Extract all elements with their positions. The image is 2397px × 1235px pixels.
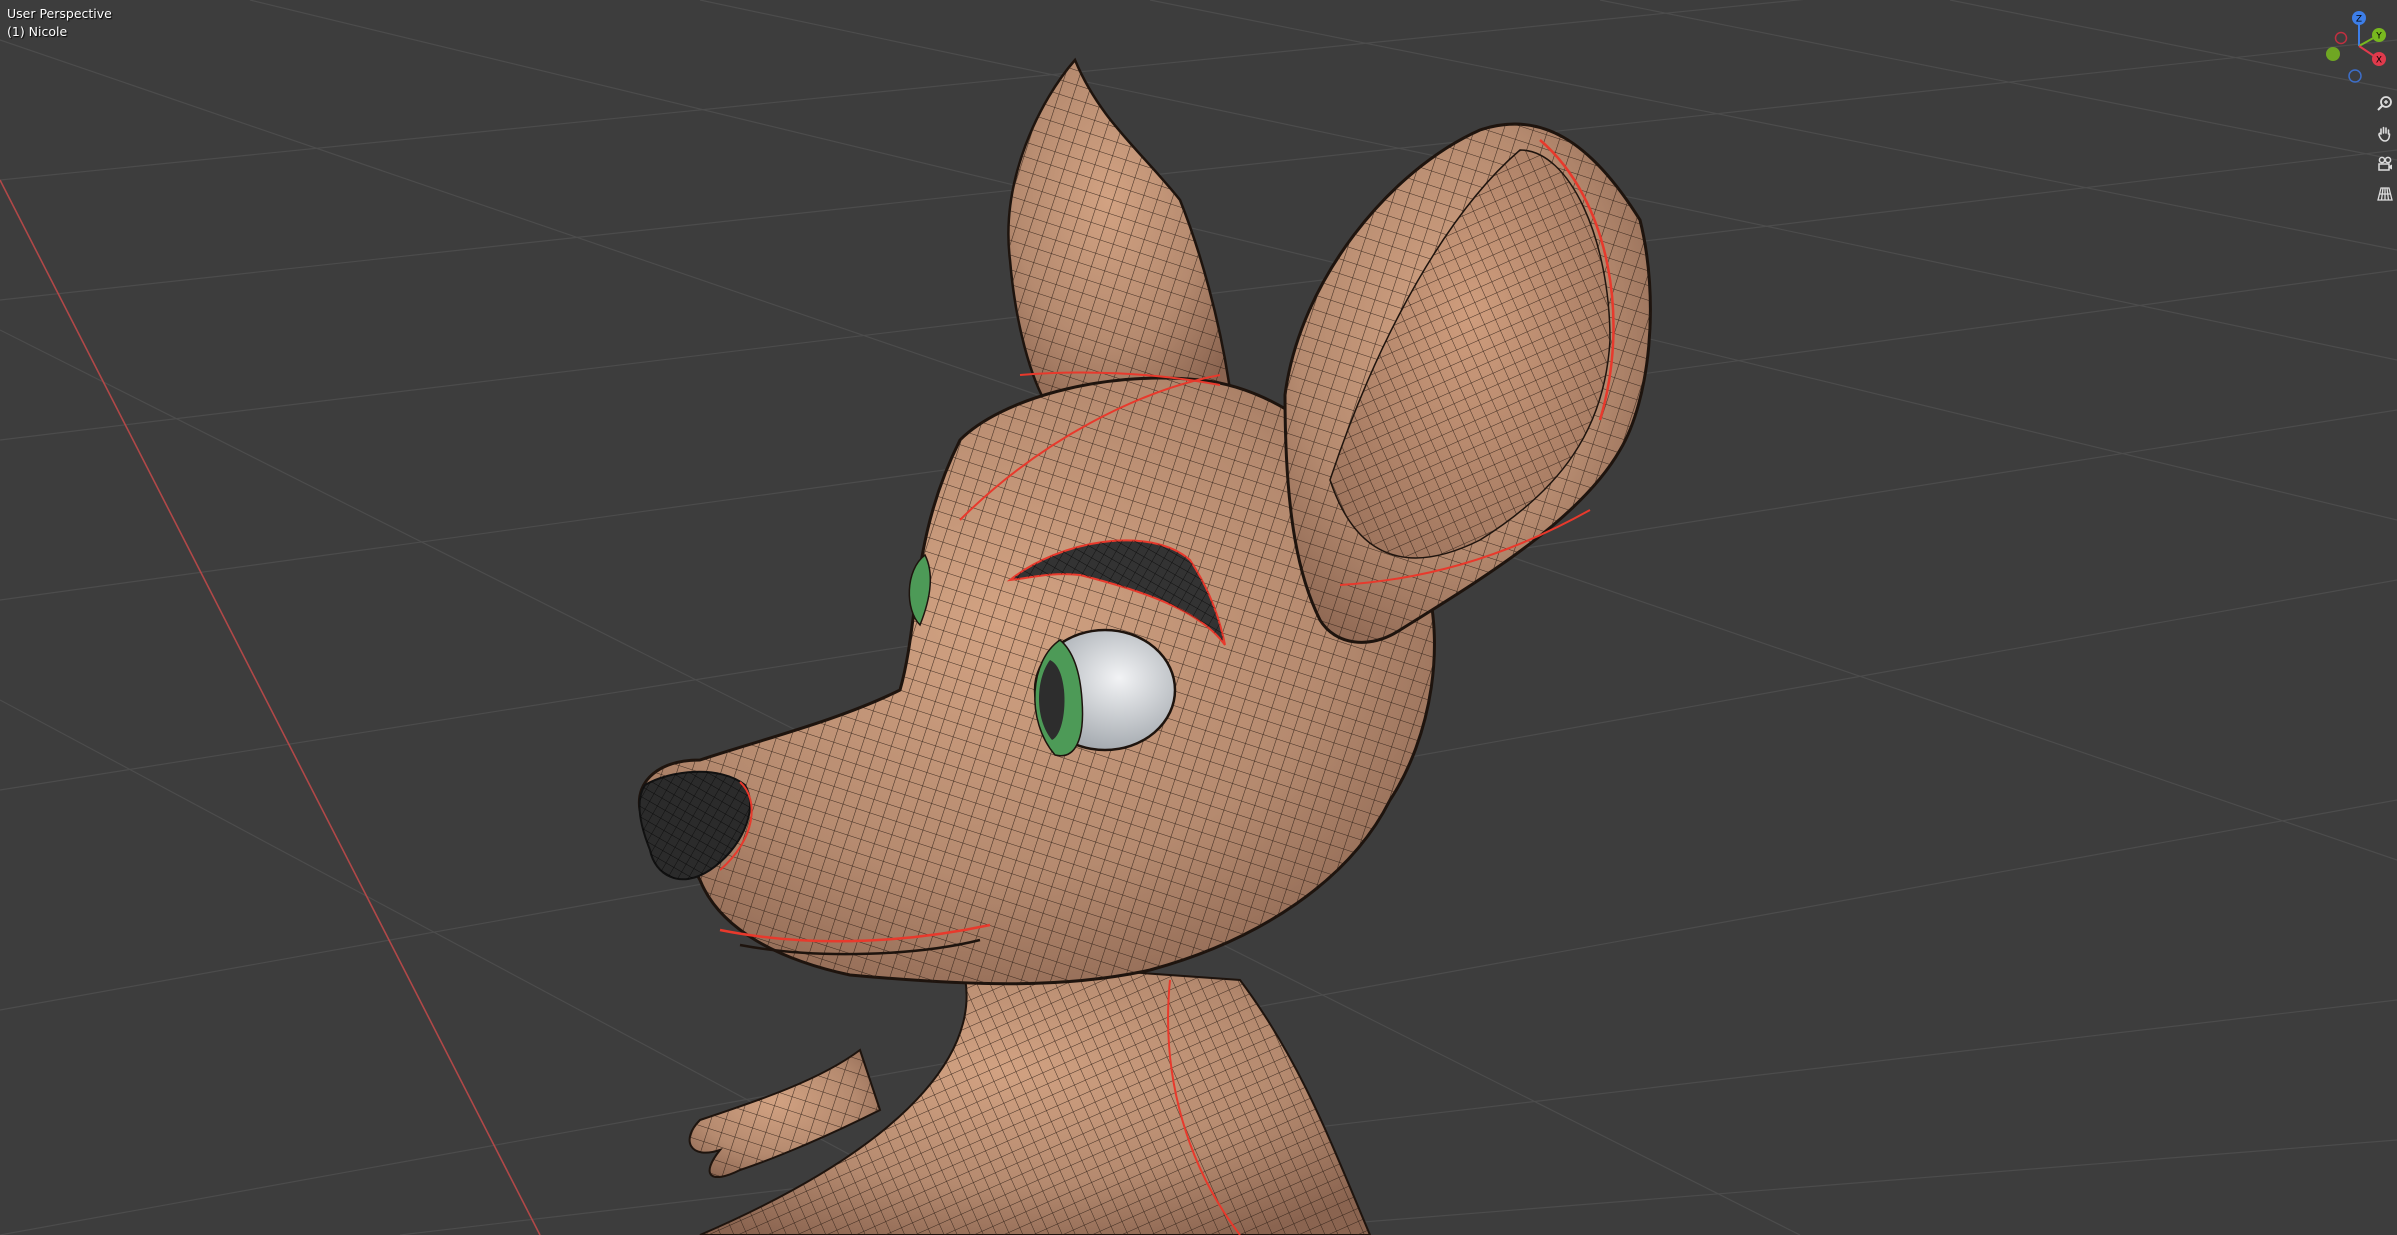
gizmo-x-label: X [2376, 56, 2382, 66]
gizmo-y-label: Y [2375, 32, 2382, 42]
navigation-gizmo[interactable]: Z Y X [2325, 6, 2391, 86]
x-axis-line [0, 179, 541, 1235]
character-mesh[interactable] [637, 57, 1652, 1235]
navigation-toolbar [2373, 92, 2397, 212]
3d-viewport[interactable] [0, 0, 2397, 1235]
perspective-grid-icon[interactable] [2373, 182, 2397, 206]
zoom-icon[interactable] [2373, 92, 2397, 116]
pan-hand-icon[interactable] [2373, 122, 2397, 146]
view-name-label: User Perspective [7, 6, 112, 21]
gizmo-z-label: Z [2356, 15, 2362, 25]
camera-icon[interactable] [2373, 152, 2397, 176]
gizmo-neg-x [2334, 31, 2348, 45]
gizmo-neg-z [2348, 69, 2362, 83]
active-object-label: (1) Nicole [7, 24, 68, 39]
gizmo-neg-y [2326, 47, 2340, 61]
